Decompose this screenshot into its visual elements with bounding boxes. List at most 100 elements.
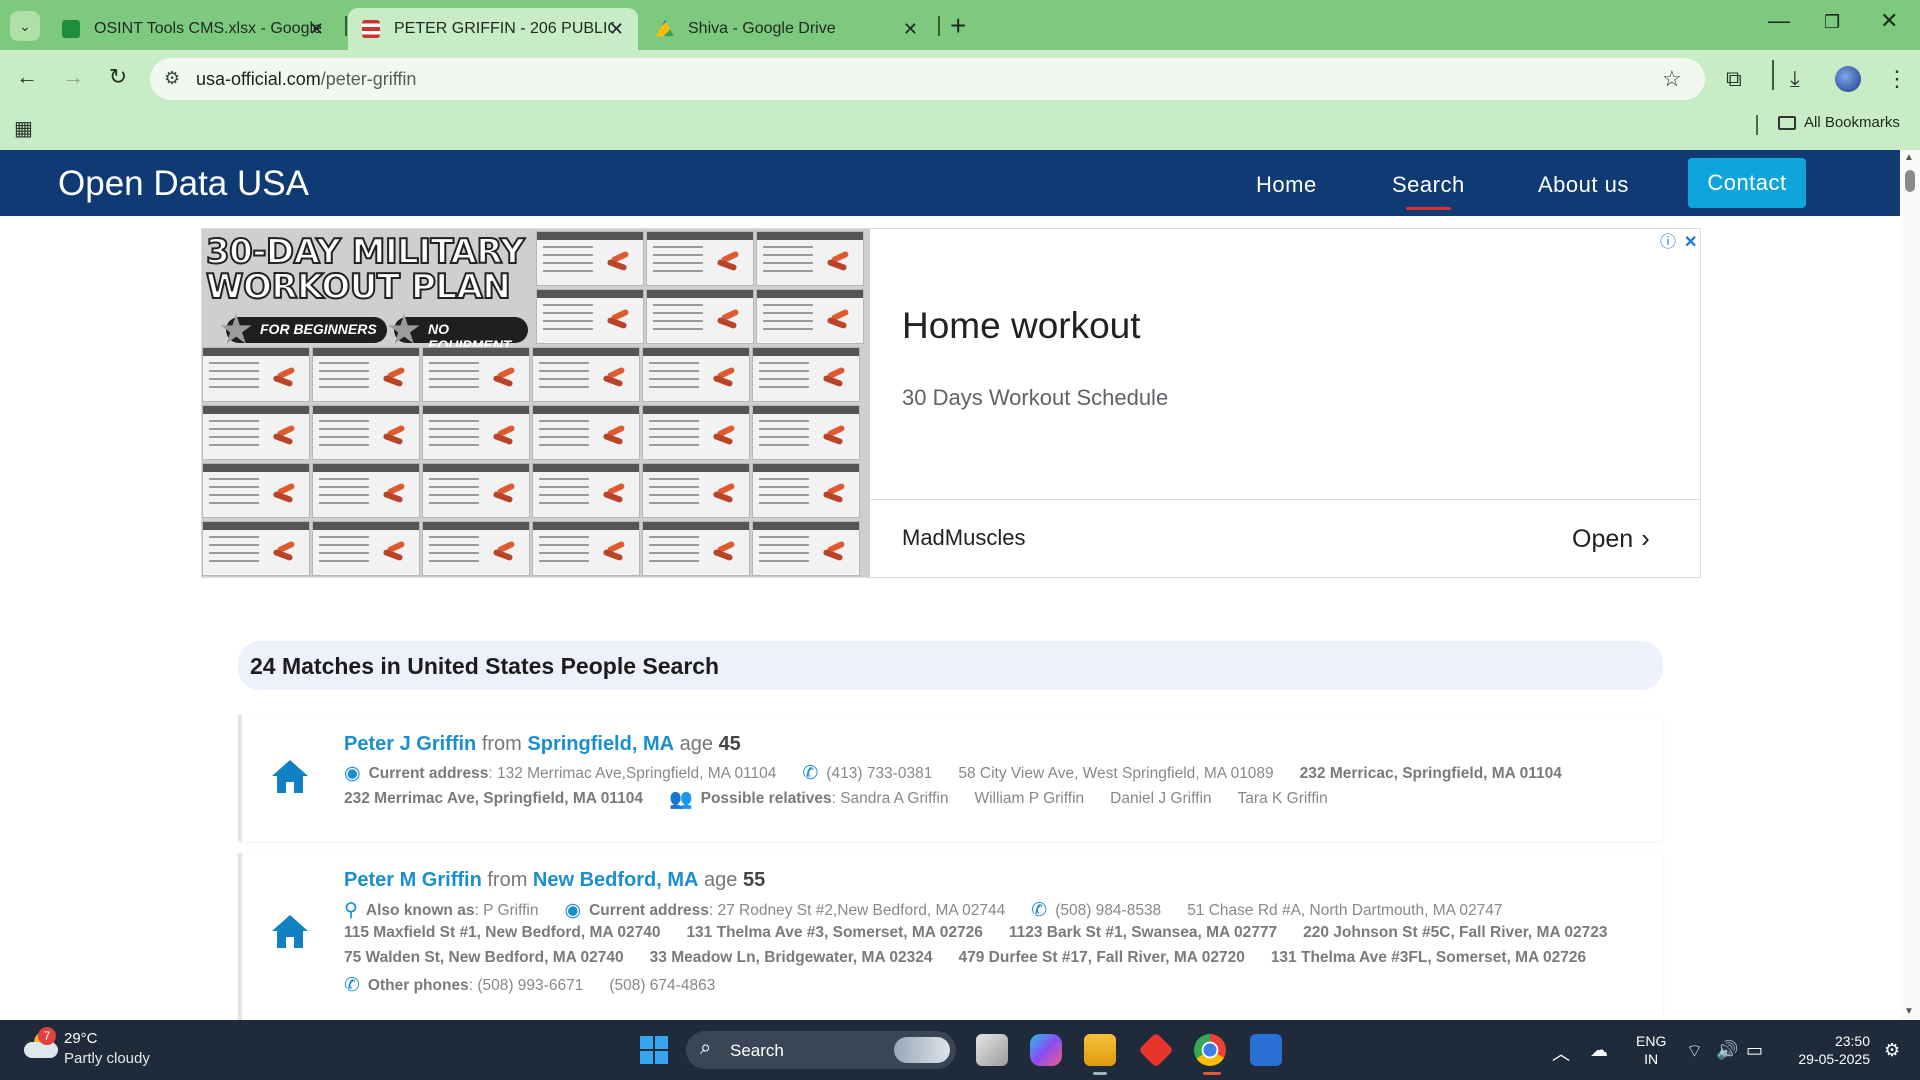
close-icon[interactable]: ✕ — [903, 19, 918, 40]
ad-advertiser[interactable]: MadMuscles — [902, 525, 1025, 551]
record-details-row-2: 232 Merrimac Ave, Springfield, MA 01104 … — [344, 789, 1328, 810]
volume-icon[interactable]: 🔊 — [1716, 1040, 1738, 1061]
workout-day-cell — [642, 405, 750, 460]
results-heading: 24 Matches in United States People Searc… — [250, 653, 720, 679]
person-city-link[interactable]: Springfield, MA — [527, 733, 674, 755]
nav-contact-button[interactable]: Contact — [1688, 158, 1806, 208]
ad-close-icon[interactable]: ✕ — [1684, 234, 1697, 251]
bookmark-star-icon[interactable]: ☆ — [1662, 66, 1682, 92]
phone-number[interactable]: (413) 733-0381 — [826, 765, 932, 783]
relative-name[interactable]: William P Griffin — [974, 790, 1084, 808]
extensions-icon[interactable]: ⧉ — [1726, 66, 1742, 92]
info-icon[interactable]: ⓘ — [1660, 234, 1676, 251]
tab-shiva-drive[interactable]: Shiva - Google Drive ✕ — [642, 8, 932, 50]
tab-separator — [938, 16, 940, 36]
ad-open-button[interactable]: Open › — [1572, 523, 1650, 554]
new-tab-button[interactable]: + — [950, 10, 966, 42]
workout-day-cell — [756, 231, 864, 286]
tab-search-button[interactable]: ⌄ — [10, 11, 40, 41]
workout-day-cell — [532, 405, 640, 460]
ad-choices[interactable]: ⓘ ✕ — [1660, 228, 1697, 252]
person-city-link[interactable]: New Bedford, MA — [533, 869, 699, 891]
advertisement[interactable]: 30-DAY MILITARY WORKOUT PLAN FOR BEGINNE… — [201, 228, 1701, 578]
language-indicator[interactable]: ENG IN — [1636, 1032, 1666, 1068]
copilot-icon[interactable] — [1030, 1034, 1062, 1066]
phone-number[interactable]: (508) 674-4863 — [609, 977, 715, 995]
workout-day-cell — [312, 521, 420, 576]
phone-number[interactable]: (508) 993-6671 — [477, 977, 583, 995]
powershell-icon[interactable] — [1250, 1034, 1282, 1066]
previous-address: 232 Merrimac Ave, Springfield, MA 01104 — [344, 790, 643, 807]
forward-button[interactable]: → — [58, 64, 88, 90]
sheets-icon — [62, 20, 80, 38]
search-icon: ⌕ — [700, 1037, 712, 1059]
minimize-button[interactable]: — — [1768, 8, 1790, 34]
start-button[interactable] — [640, 1036, 668, 1064]
onedrive-icon[interactable]: ☁ — [1590, 1040, 1608, 1061]
back-button[interactable]: ← — [12, 64, 42, 90]
url-text[interactable]: usa-official.com/peter-griffin — [196, 69, 416, 90]
relative-name[interactable]: Sandra A Griffin — [840, 790, 948, 808]
previous-address: 479 Durfee St #17, Fall River, MA 02720 — [958, 949, 1245, 966]
relative-name[interactable]: Daniel J Griffin — [1110, 790, 1211, 808]
close-icon[interactable]: ✕ — [309, 19, 324, 40]
workout-day-cell — [752, 347, 860, 402]
phone-icon: ✆ — [344, 975, 360, 996]
previous-address: 131 Thelma Ave #3FL, Somerset, MA 02726 — [1270, 949, 1587, 966]
site-logo[interactable]: Open Data USA — [58, 164, 309, 204]
also-known-as-label: Also known as — [365, 901, 475, 919]
weather-temperature[interactable]: 29°C — [64, 1030, 98, 1047]
workout-day-cell — [422, 347, 530, 402]
tab-osint-sheet[interactable]: OSINT Tools CMS.xlsx - Google ✕ — [48, 8, 338, 50]
download-icon[interactable]: ⤓ — [1790, 66, 1800, 92]
close-icon[interactable]: ✕ — [609, 19, 624, 40]
person-icon: ⚲ — [344, 900, 358, 921]
scroll-up-arrow-icon[interactable]: ▲ — [1904, 152, 1914, 163]
tab-peter-griffin[interactable]: PETER GRIFFIN - 206 PUBLIC ✕ — [348, 8, 638, 50]
show-hidden-icons-chevron-icon[interactable]: ︿ — [1552, 1040, 1570, 1066]
nav-home[interactable]: Home — [1256, 172, 1317, 198]
taskbar-search[interactable]: ⌕ Search — [686, 1031, 956, 1069]
reload-button[interactable]: ↻ — [103, 64, 133, 90]
chrome-icon[interactable] — [1194, 1034, 1226, 1066]
url-host: usa-official.com — [196, 69, 321, 89]
workout-day-cell — [642, 521, 750, 576]
scrollbar-thumb[interactable] — [1905, 170, 1915, 192]
all-bookmarks-label: All Bookmarks — [1804, 114, 1900, 131]
system-clock[interactable]: 23:50 29-05-2025 — [1782, 1032, 1870, 1068]
alias: P Griffin — [483, 901, 539, 919]
tab-title: OSINT Tools CMS.xlsx - Google — [94, 20, 322, 37]
profile-avatar[interactable] — [1835, 66, 1861, 92]
current-address-label: Current address — [368, 764, 489, 782]
scroll-down-arrow-icon[interactable]: ▼ — [1904, 1006, 1914, 1017]
restore-button[interactable]: ❐ — [1824, 12, 1840, 33]
person-age: 55 — [742, 869, 766, 891]
nav-about-us[interactable]: About us — [1538, 172, 1629, 198]
workout-day-cell — [422, 405, 530, 460]
person-record[interactable]: Peter J Griffin from Springfield, MA age… — [238, 715, 1663, 841]
site-info-icon[interactable]: ⚙ — [164, 68, 180, 89]
site-header: Open Data USA Home Search About us Conta… — [0, 150, 1900, 216]
person-name-link[interactable]: Peter J Griffin — [344, 733, 476, 755]
relative-name[interactable]: Tara K Griffin — [1238, 790, 1328, 808]
apps-grid-icon[interactable]: ▦ — [14, 116, 33, 141]
chevron-right-icon: › — [1641, 523, 1650, 553]
file-explorer-icon[interactable] — [1084, 1034, 1116, 1066]
ad-image[interactable]: 30-DAY MILITARY WORKOUT PLAN FOR BEGINNE… — [202, 229, 870, 577]
page-scrollbar[interactable]: ▲ ▼ — [1900, 150, 1920, 1020]
phone-number[interactable]: (508) 984-8538 — [1055, 902, 1161, 920]
battery-icon[interactable]: ▭ — [1746, 1040, 1763, 1061]
more-menu-icon[interactable]: ⋮ — [1886, 66, 1908, 92]
person-name-link[interactable]: Peter M Griffin — [344, 869, 482, 891]
workout-day-cell — [202, 463, 310, 518]
all-bookmarks-button[interactable]: All Bookmarks — [1778, 114, 1900, 131]
weather-description[interactable]: Partly cloudy — [64, 1050, 150, 1067]
previous-address: 131 Thelma Ave #3, Somerset, MA 02726 — [686, 924, 983, 941]
notifications-icon[interactable]: ⚙ — [1884, 1040, 1900, 1061]
ad-headline[interactable]: Home workout — [902, 305, 1141, 347]
person-record[interactable]: Peter M Griffin from New Bedford, MA age… — [238, 853, 1663, 1020]
wifi-icon[interactable]: ⌔ — [1686, 1040, 1703, 1063]
nav-search[interactable]: Search — [1392, 172, 1465, 210]
task-view-icon[interactable] — [976, 1034, 1008, 1066]
window-close-button[interactable]: ✕ — [1880, 8, 1898, 34]
